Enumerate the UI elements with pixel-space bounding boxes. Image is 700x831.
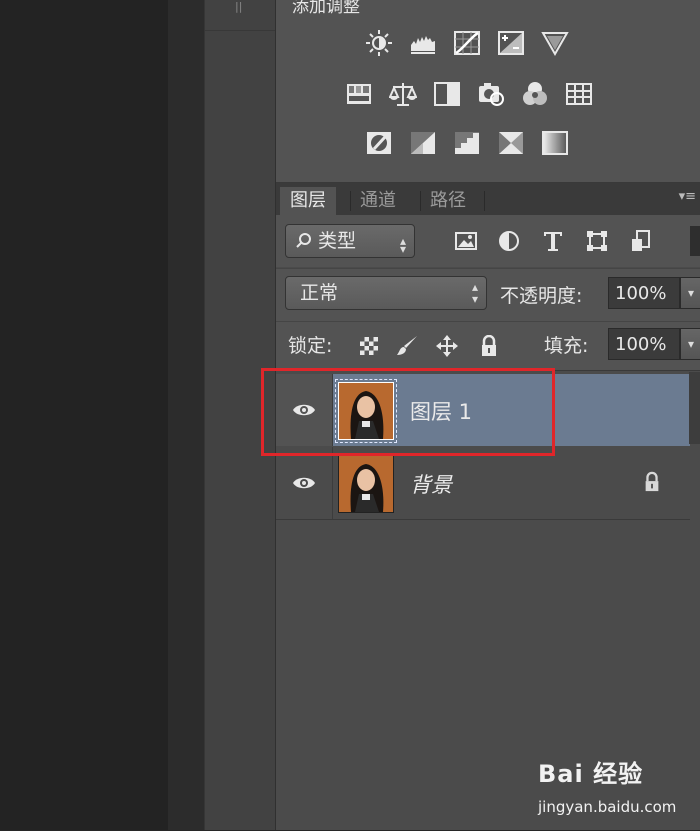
adjustment-layer-filter-icon[interactable]: [494, 226, 524, 256]
selective-color-icon[interactable]: [494, 126, 528, 160]
opacity-input[interactable]: 100%: [608, 277, 680, 309]
adjustments-row-2: [342, 77, 596, 111]
channel-mixer-icon[interactable]: [518, 77, 552, 111]
canvas-edge: [168, 0, 204, 830]
lock-image-pixels-brush-icon[interactable]: [394, 333, 420, 359]
lock-label: 锁定:: [288, 335, 333, 357]
document-canvas-area: [0, 0, 168, 830]
curves-icon[interactable]: [450, 26, 484, 60]
invert-icon[interactable]: [362, 126, 396, 160]
updown-arrow-icon: ▾: [471, 292, 478, 306]
tab-paths[interactable]: 路径: [420, 187, 476, 215]
lock-position-move-icon[interactable]: [434, 333, 460, 359]
tab-channels[interactable]: 通道: [350, 187, 406, 215]
fill-dropdown-arrow[interactable]: ▾: [680, 328, 700, 360]
adjustments-row-1: [362, 26, 572, 60]
visibility-toggle[interactable]: [276, 447, 333, 519]
posterize-icon[interactable]: [406, 126, 440, 160]
opacity-label: 不透明度:: [500, 285, 583, 307]
fill-input[interactable]: 100%: [608, 328, 680, 360]
panel-grip-icon[interactable]: ||: [235, 0, 245, 13]
tab-layers[interactable]: 图层: [280, 187, 336, 215]
lock-all-padlock-icon[interactable]: [476, 333, 502, 359]
highlight-annotation-box: [261, 368, 555, 456]
panel-menu-icon[interactable]: ▾≡: [679, 189, 696, 204]
exposure-icon[interactable]: [494, 26, 528, 60]
blend-mode-value: 正常: [300, 282, 339, 304]
layer-row-background[interactable]: 背景: [276, 447, 690, 520]
color-balance-icon[interactable]: [386, 77, 420, 111]
brightness-contrast-icon[interactable]: [362, 26, 396, 60]
adjustments-row-3: [362, 126, 572, 160]
opacity-dropdown-arrow[interactable]: ▾: [680, 277, 700, 309]
black-white-icon[interactable]: [430, 77, 464, 111]
updown-arrow-icon: ▾: [399, 242, 406, 256]
color-lookup-icon[interactable]: [562, 77, 596, 111]
filter-toggle-switch[interactable]: [690, 226, 700, 256]
photo-filter-icon[interactable]: [474, 77, 508, 111]
adjustments-panel: 添加调整: [276, 0, 700, 183]
eye-icon: [293, 477, 315, 489]
lock-transparent-pixels-icon[interactable]: [356, 333, 382, 359]
layers-panel-tabs: 图层 通道 路径 ▾≡: [276, 183, 700, 215]
pixel-layer-filter-icon[interactable]: [451, 226, 481, 256]
shape-layer-filter-icon[interactable]: [582, 226, 612, 256]
layer-kind-label: 类型: [318, 230, 357, 252]
hue-saturation-icon[interactable]: [342, 77, 376, 111]
adjustments-title: 添加调整: [292, 0, 360, 17]
gradient-map-icon[interactable]: [538, 126, 572, 160]
layer-lock-icon: [642, 471, 662, 497]
search-icon: [296, 225, 312, 267]
layer-kind-filter-select[interactable]: 类型 ▴ ▾: [285, 224, 415, 258]
fill-label: 填充:: [544, 335, 589, 357]
levels-icon[interactable]: [406, 26, 440, 60]
vibrance-icon[interactable]: [538, 26, 572, 60]
layer-thumbnail: [338, 455, 394, 513]
tab-divider: [484, 191, 485, 211]
watermark-url: jingyan.baidu.com: [538, 798, 677, 816]
watermark: Bai 经验 jingyan.baidu.com: [528, 754, 688, 824]
panel-scroll-edge: [689, 372, 700, 444]
threshold-icon[interactable]: [450, 126, 484, 160]
watermark-logo: Bai 经验: [538, 760, 644, 788]
type-layer-filter-icon[interactable]: [538, 226, 568, 256]
blend-mode-select[interactable]: 正常 ▴ ▾: [285, 276, 487, 310]
layer-name[interactable]: 背景: [410, 469, 452, 499]
smart-object-filter-icon[interactable]: [626, 226, 656, 256]
